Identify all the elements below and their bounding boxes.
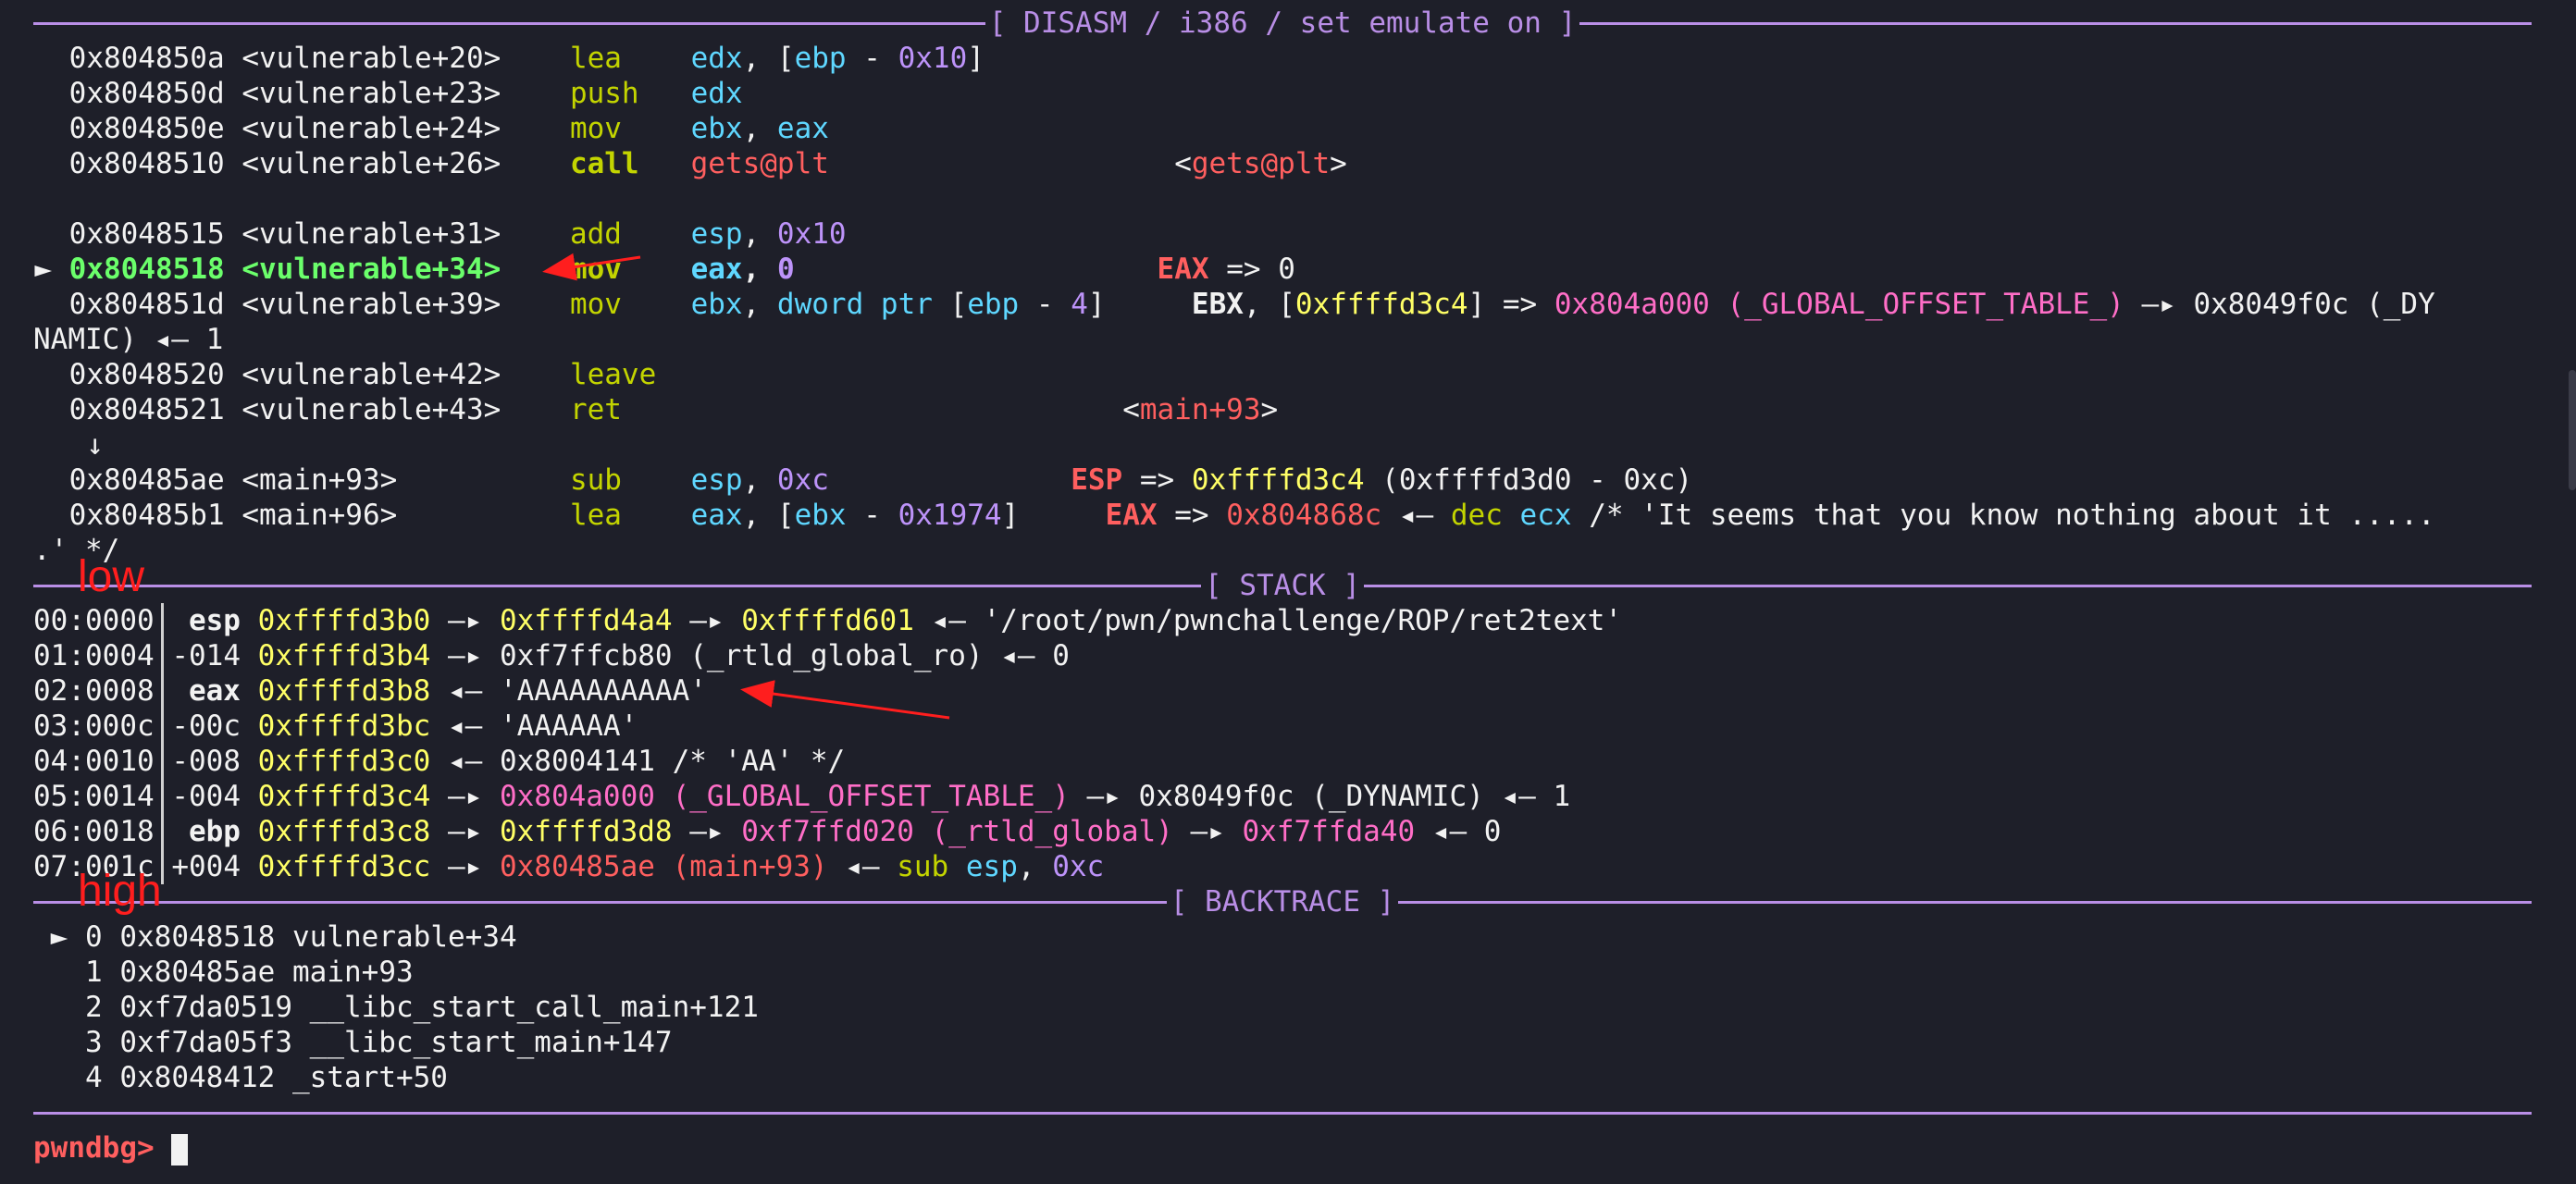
scrollbar[interactable] xyxy=(2569,370,2576,490)
annotation-arrows xyxy=(542,253,950,720)
annotation-arrow-buffer xyxy=(740,680,950,720)
annotation-arrow-current xyxy=(542,253,641,281)
